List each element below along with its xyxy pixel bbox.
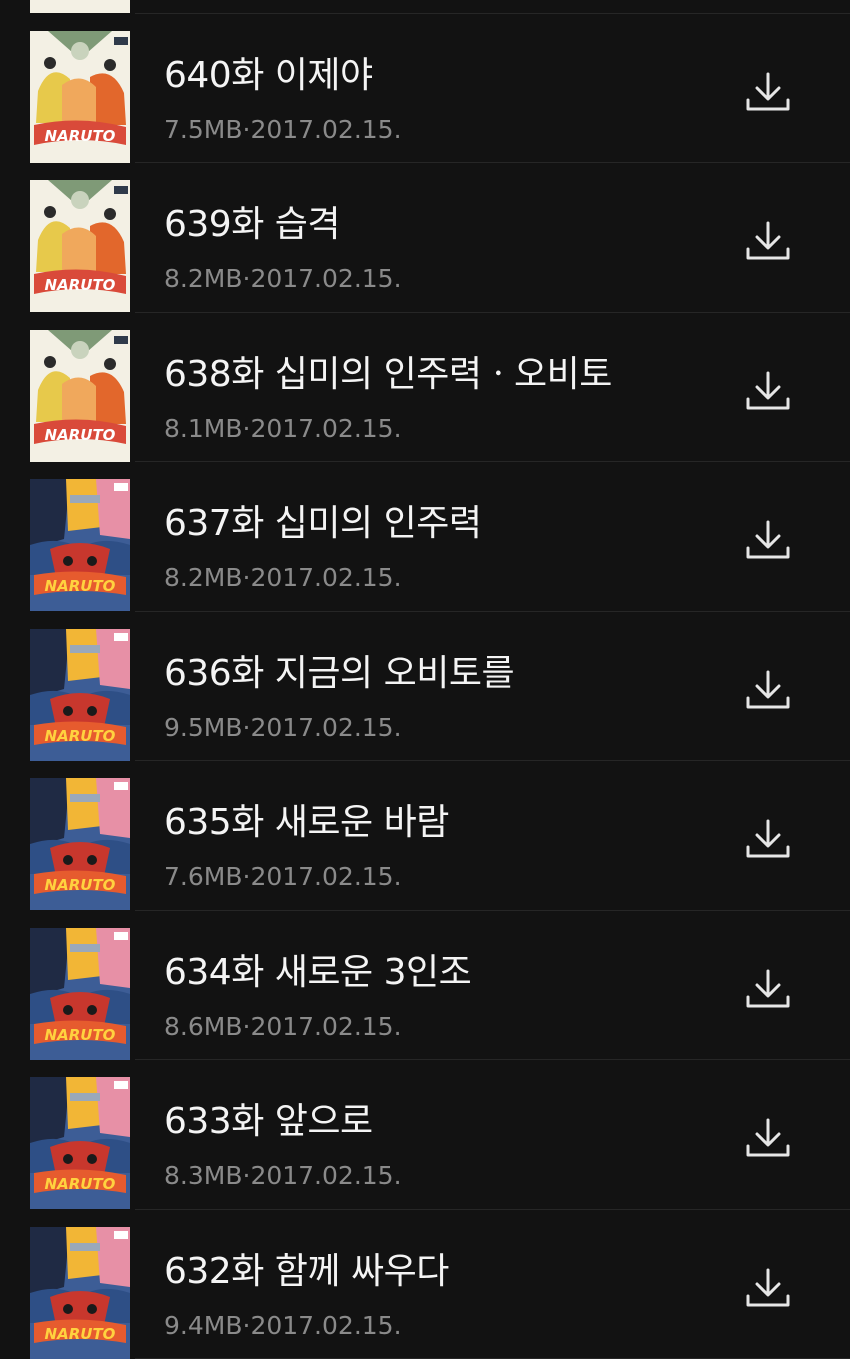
chapter-title: 633화 앞으로 [164,1101,373,1142]
download-icon [746,72,790,110]
chapter-row[interactable]: NARUTO 641화 8.0MB·2017.02.15. [0,0,850,14]
file-size: 8.2MB [164,264,243,293]
download-icon [746,1118,790,1157]
svg-text:NARUTO: NARUTO [45,1175,116,1193]
download-button[interactable] [736,64,800,120]
svg-text:NARUTO: NARUTO [45,1325,116,1343]
upload-date: 2017.02.15. [250,1310,402,1340]
cover-art-white: NARUTO [30,329,130,462]
chapter-list: NARUTO 641화 8.0MB·2017.02.15. NARUTO 640… [0,0,850,1359]
download-button[interactable] [736,512,800,568]
cover-art-colored: NARUTO [30,1226,130,1359]
download-icon [746,670,790,708]
file-size: 8.1MB [164,413,243,443]
download-button[interactable] [736,961,800,1017]
cover-thumbnail: NARUTO [30,479,130,611]
chapter-meta: 9.5MB·2017.02.15. [164,712,402,744]
download-icon [746,520,790,559]
chapter-title: 640화 이제야 [164,54,373,96]
chapter-meta: 9.4MB·2017.02.15. [164,1310,402,1342]
download-icon [746,819,790,858]
cover-thumbnail: NARUTO [30,180,130,312]
cover-art-colored: NARUTO [30,479,130,611]
upload-date: 2017.02.15. [250,712,402,742]
file-size: 8.3MB [164,1161,243,1190]
chapter-title: 639화 습격 [164,204,341,245]
svg-text:NARUTO: NARUTO [45,727,116,745]
chapter-row[interactable]: NARUTO 634화 새로운 3인조 8.6MB·2017.02.15. [0,911,850,1061]
file-size: 7.5MB [164,114,243,144]
upload-date: 2017.02.15. [250,264,402,293]
cover-thumbnail: NARUTO [30,1077,130,1209]
download-button[interactable] [736,1260,800,1316]
chapter-row[interactable]: NARUTO 632화 함께 싸우다 9.4MB·2017.02.15. [0,1210,850,1359]
download-button[interactable] [736,1110,800,1166]
svg-text:NARUTO: NARUTO [45,876,116,894]
cover-thumbnail: NARUTO [30,30,130,163]
chapter-meta: 7.6MB·2017.02.15. [164,861,402,893]
cover-thumbnail: NARUTO [30,1226,130,1359]
cover-thumbnail: NARUTO [30,0,130,13]
chapter-row[interactable]: NARUTO 639화 습격 8.2MB·2017.02.15. [0,163,850,313]
chapter-row[interactable]: NARUTO 640화 이제야 7.5MB·2017.02.15. [0,14,850,164]
file-size: 9.5MB [164,712,243,742]
file-size: 8.6MB [164,1011,243,1041]
cover-art-white: NARUTO [30,0,130,13]
chapter-row[interactable]: NARUTO 633화 앞으로 8.3MB·2017.02.15. [0,1060,850,1210]
download-icon [746,969,790,1007]
cover-art-white: NARUTO [30,30,130,163]
download-button[interactable] [736,662,800,718]
file-size: 8.2MB [164,563,243,592]
chapter-title: 638화 십미의 인주력ㆍ오비토 [164,353,612,395]
cover-thumbnail: NARUTO [30,329,130,462]
upload-date: 2017.02.15. [250,114,402,144]
cover-art-colored: NARUTO [30,628,130,761]
upload-date: 2017.02.15. [250,413,402,443]
chapter-title: 634화 새로운 3인조 [164,951,472,993]
cover-art-colored: NARUTO [30,927,130,1060]
file-size: 9.4MB [164,1310,243,1340]
chapter-row[interactable]: NARUTO 637화 십미의 인주력 8.2MB·2017.02.15. [0,462,850,612]
svg-text:NARUTO: NARUTO [45,426,116,444]
chapter-meta: 8.1MB·2017.02.15. [164,413,402,445]
chapter-row[interactable]: NARUTO 635화 새로운 바람 7.6MB·2017.02.15. [0,761,850,911]
svg-text:NARUTO: NARUTO [45,127,116,145]
svg-text:NARUTO: NARUTO [45,577,116,595]
chapter-title: 635화 새로운 바람 [164,802,449,843]
download-button[interactable] [736,363,800,419]
upload-date: 2017.02.15. [250,1011,402,1041]
download-button[interactable] [736,811,800,867]
download-icon [746,371,790,409]
chapter-meta: 8.2MB·2017.02.15. [164,562,402,594]
chapter-meta: 8.6MB·2017.02.15. [164,1011,402,1043]
upload-date: 2017.02.15. [250,563,402,592]
download-icon [746,1268,790,1306]
chapter-row[interactable]: NARUTO 638화 십미의 인주력ㆍ오비토 8.1MB·2017.02.15… [0,313,850,463]
upload-date: 2017.02.15. [250,862,402,891]
cover-thumbnail: NARUTO [30,628,130,761]
file-size: 7.6MB [164,862,243,891]
chapter-meta: 8.3MB·2017.02.15. [164,1160,402,1192]
chapter-meta: 7.5MB·2017.02.15. [164,114,402,146]
chapter-row[interactable]: NARUTO 636화 지금의 오비토를 9.5MB·2017.02.15. [0,612,850,762]
upload-date: 2017.02.15. [250,1161,402,1190]
cover-art-colored: NARUTO [30,1077,130,1209]
cover-art-white: NARUTO [30,180,130,312]
chapter-title: 637화 십미의 인주력 [164,503,482,544]
cover-thumbnail: NARUTO [30,927,130,1060]
download-button[interactable] [736,213,800,269]
chapter-title: 636화 지금의 오비토를 [164,652,515,694]
chapter-title: 632화 함께 싸우다 [164,1250,449,1292]
download-icon [746,221,790,260]
svg-text:NARUTO: NARUTO [45,276,116,294]
svg-text:NARUTO: NARUTO [45,1026,116,1044]
cover-art-colored: NARUTO [30,778,130,910]
chapter-meta: 8.2MB·2017.02.15. [164,263,402,295]
cover-thumbnail: NARUTO [30,778,130,910]
